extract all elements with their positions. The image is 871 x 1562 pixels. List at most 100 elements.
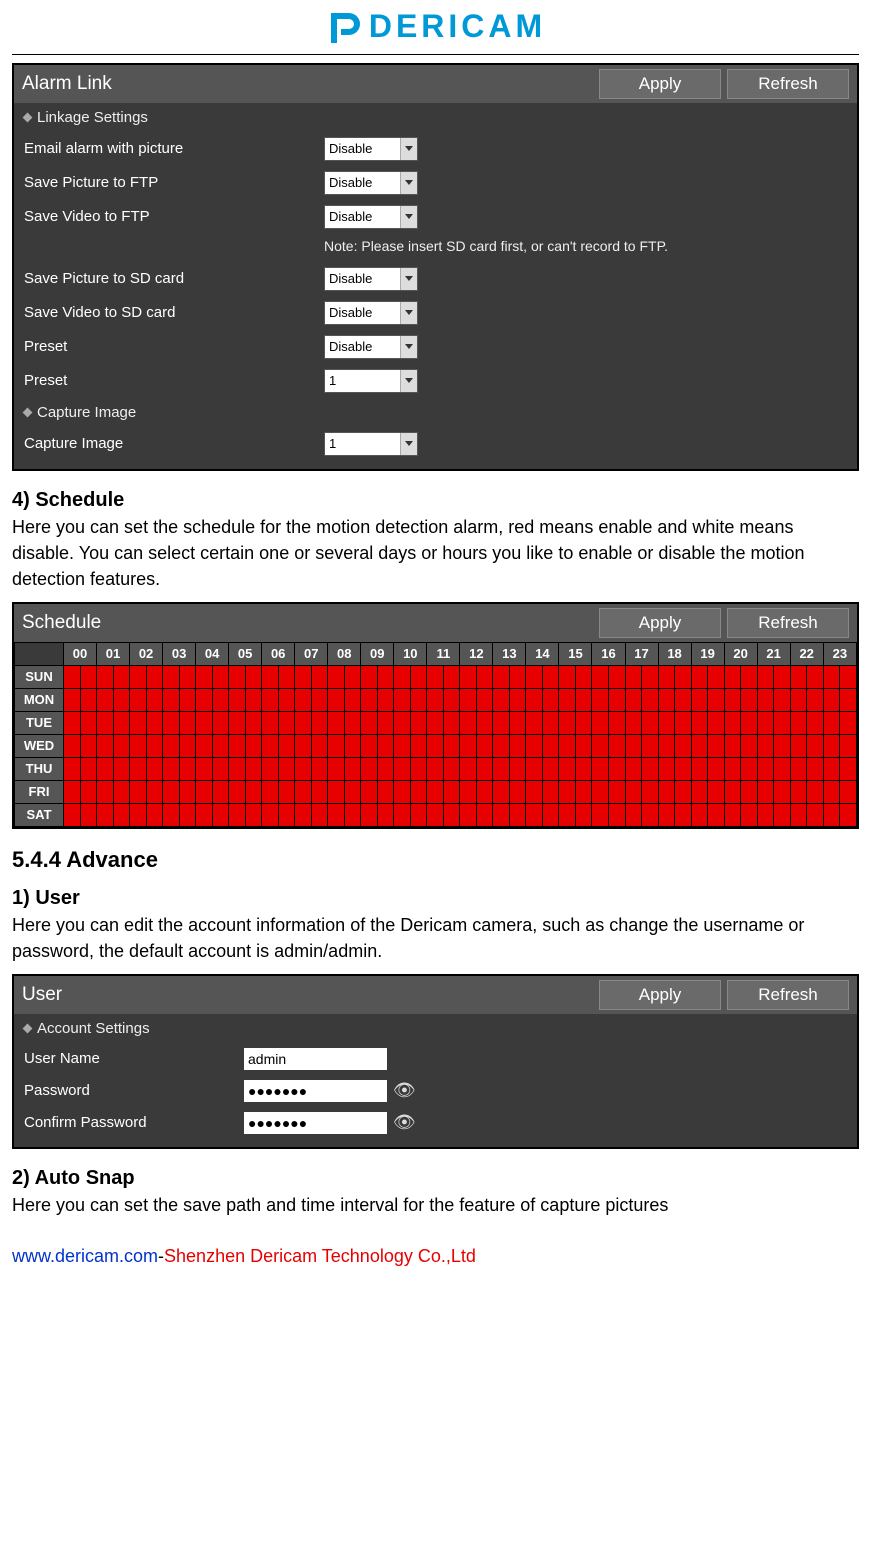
schedule-cell[interactable] bbox=[807, 665, 824, 688]
schedule-cell[interactable] bbox=[642, 734, 659, 757]
schedule-cell[interactable] bbox=[493, 757, 510, 780]
schedule-cell[interactable] bbox=[377, 757, 394, 780]
schedule-cell[interactable] bbox=[212, 665, 229, 688]
schedule-cell[interactable] bbox=[311, 803, 328, 826]
schedule-cell[interactable] bbox=[476, 734, 493, 757]
schedule-cell[interactable] bbox=[790, 665, 807, 688]
schedule-cell[interactable] bbox=[80, 665, 97, 688]
vid-ftp-select[interactable]: Disable bbox=[324, 205, 418, 229]
schedule-cell[interactable] bbox=[509, 665, 526, 688]
schedule-cell[interactable] bbox=[658, 688, 675, 711]
schedule-cell[interactable] bbox=[163, 757, 180, 780]
schedule-cell[interactable] bbox=[229, 711, 246, 734]
schedule-cell[interactable] bbox=[295, 757, 312, 780]
schedule-cell[interactable] bbox=[245, 688, 262, 711]
schedule-cell[interactable] bbox=[361, 734, 378, 757]
schedule-cell[interactable] bbox=[311, 688, 328, 711]
schedule-cell[interactable] bbox=[130, 780, 147, 803]
schedule-cell[interactable] bbox=[526, 688, 543, 711]
schedule-cell[interactable] bbox=[179, 711, 196, 734]
schedule-cell[interactable] bbox=[394, 757, 411, 780]
schedule-cell[interactable] bbox=[625, 688, 642, 711]
refresh-button[interactable]: Refresh bbox=[727, 69, 849, 99]
schedule-cell[interactable] bbox=[526, 757, 543, 780]
schedule-cell[interactable] bbox=[328, 757, 345, 780]
schedule-cell[interactable] bbox=[278, 688, 295, 711]
pic-sd-select[interactable]: Disable bbox=[324, 267, 418, 291]
schedule-cell[interactable] bbox=[146, 803, 163, 826]
schedule-cell[interactable] bbox=[262, 665, 279, 688]
schedule-cell[interactable] bbox=[394, 803, 411, 826]
schedule-cell[interactable] bbox=[146, 734, 163, 757]
schedule-cell[interactable] bbox=[163, 780, 180, 803]
schedule-cell[interactable] bbox=[443, 803, 460, 826]
schedule-cell[interactable] bbox=[575, 734, 592, 757]
schedule-cell[interactable] bbox=[675, 688, 692, 711]
schedule-cell[interactable] bbox=[658, 665, 675, 688]
eye-icon[interactable]: 👁 bbox=[393, 1080, 416, 1101]
schedule-cell[interactable] bbox=[212, 757, 229, 780]
schedule-cell[interactable] bbox=[196, 757, 213, 780]
schedule-cell[interactable] bbox=[80, 803, 97, 826]
schedule-cell[interactable] bbox=[97, 734, 114, 757]
schedule-cell[interactable] bbox=[344, 734, 361, 757]
schedule-cell[interactable] bbox=[840, 711, 857, 734]
schedule-cell[interactable] bbox=[460, 734, 477, 757]
schedule-cell[interactable] bbox=[476, 711, 493, 734]
schedule-cell[interactable] bbox=[311, 711, 328, 734]
schedule-cell[interactable] bbox=[708, 688, 725, 711]
schedule-cell[interactable] bbox=[509, 688, 526, 711]
confirm-password-input[interactable] bbox=[244, 1112, 387, 1134]
schedule-cell[interactable] bbox=[443, 665, 460, 688]
schedule-cell[interactable] bbox=[328, 734, 345, 757]
schedule-cell[interactable] bbox=[97, 803, 114, 826]
schedule-cell[interactable] bbox=[394, 711, 411, 734]
schedule-cell[interactable] bbox=[344, 780, 361, 803]
schedule-cell[interactable] bbox=[823, 665, 840, 688]
schedule-cell[interactable] bbox=[609, 780, 626, 803]
schedule-cell[interactable] bbox=[493, 665, 510, 688]
schedule-cell[interactable] bbox=[245, 665, 262, 688]
schedule-cell[interactable] bbox=[708, 711, 725, 734]
schedule-cell[interactable] bbox=[196, 803, 213, 826]
schedule-cell[interactable] bbox=[410, 688, 427, 711]
schedule-cell[interactable] bbox=[609, 734, 626, 757]
schedule-cell[interactable] bbox=[113, 780, 130, 803]
schedule-cell[interactable] bbox=[741, 734, 758, 757]
schedule-cell[interactable] bbox=[328, 688, 345, 711]
schedule-cell[interactable] bbox=[724, 688, 741, 711]
schedule-cell[interactable] bbox=[526, 665, 543, 688]
schedule-cell[interactable] bbox=[311, 734, 328, 757]
schedule-cell[interactable] bbox=[97, 665, 114, 688]
schedule-cell[interactable] bbox=[840, 780, 857, 803]
schedule-cell[interactable] bbox=[675, 803, 692, 826]
schedule-cell[interactable] bbox=[625, 665, 642, 688]
schedule-cell[interactable] bbox=[311, 757, 328, 780]
schedule-cell[interactable] bbox=[807, 711, 824, 734]
schedule-cell[interactable] bbox=[724, 757, 741, 780]
schedule-cell[interactable] bbox=[328, 711, 345, 734]
schedule-cell[interactable] bbox=[542, 665, 559, 688]
password-input[interactable] bbox=[244, 1080, 387, 1102]
schedule-cell[interactable] bbox=[179, 688, 196, 711]
schedule-cell[interactable] bbox=[625, 711, 642, 734]
schedule-cell[interactable] bbox=[691, 665, 708, 688]
schedule-cell[interactable] bbox=[807, 734, 824, 757]
schedule-cell[interactable] bbox=[377, 734, 394, 757]
schedule-cell[interactable] bbox=[840, 665, 857, 688]
schedule-cell[interactable] bbox=[443, 757, 460, 780]
schedule-cell[interactable] bbox=[559, 734, 576, 757]
schedule-cell[interactable] bbox=[344, 711, 361, 734]
schedule-cell[interactable] bbox=[377, 780, 394, 803]
schedule-cell[interactable] bbox=[361, 803, 378, 826]
schedule-cell[interactable] bbox=[163, 688, 180, 711]
schedule-cell[interactable] bbox=[146, 757, 163, 780]
schedule-cell[interactable] bbox=[146, 665, 163, 688]
schedule-cell[interactable] bbox=[790, 711, 807, 734]
schedule-cell[interactable] bbox=[708, 734, 725, 757]
schedule-cell[interactable] bbox=[774, 711, 791, 734]
schedule-cell[interactable] bbox=[311, 665, 328, 688]
schedule-cell[interactable] bbox=[542, 688, 559, 711]
schedule-cell[interactable] bbox=[212, 734, 229, 757]
schedule-cell[interactable] bbox=[823, 688, 840, 711]
